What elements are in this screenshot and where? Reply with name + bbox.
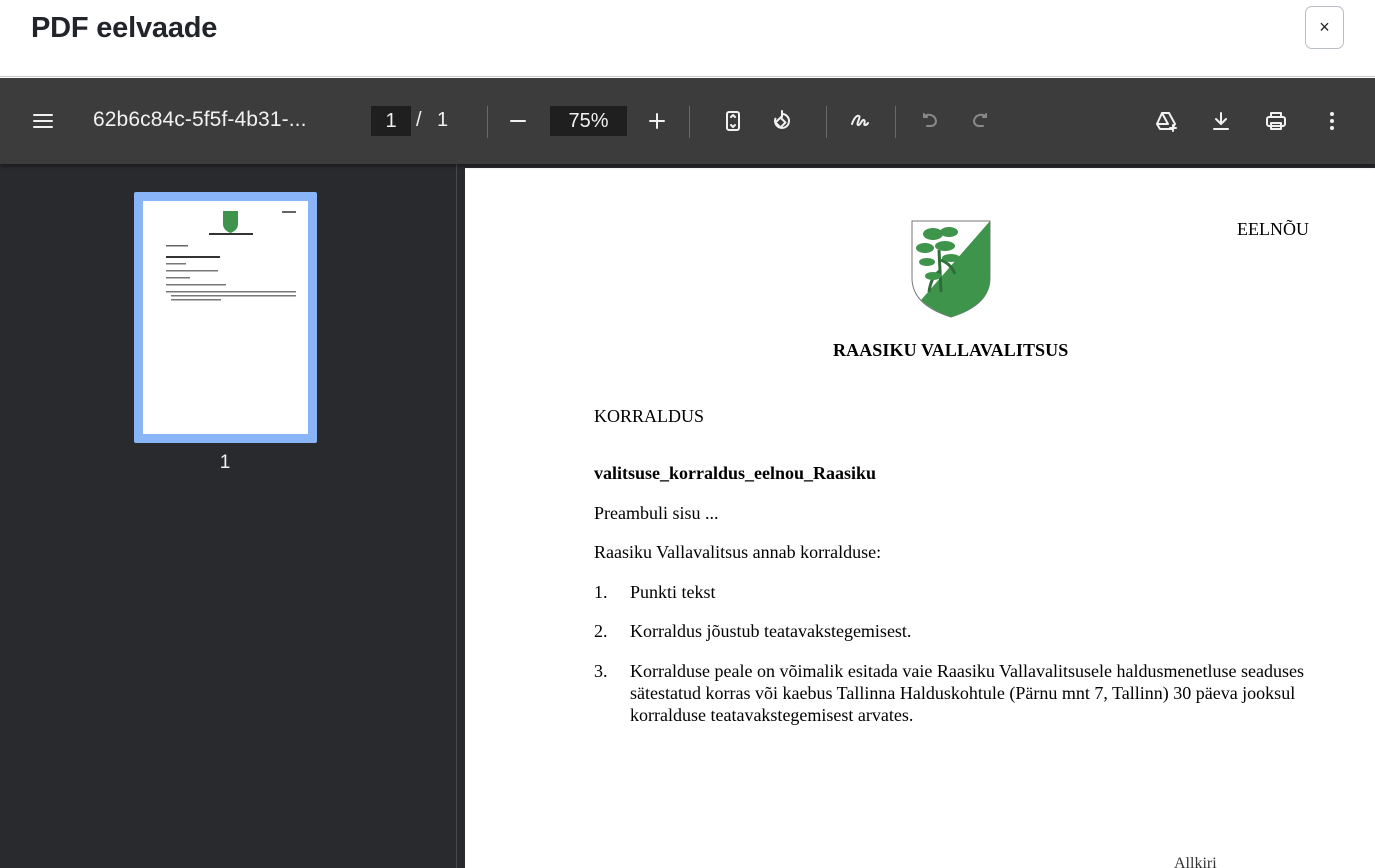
coat-of-arms-logo: [911, 220, 991, 318]
modal-header: PDF eelvaade ×: [0, 0, 1375, 77]
menu-icon[interactable]: [25, 103, 61, 139]
page-separator: /: [416, 109, 422, 131]
thumbnail-sidebar: 1: [0, 164, 457, 868]
document-title: 62b6c84c-5f5f-4b31-...: [93, 108, 307, 131]
download-icon[interactable]: [1203, 103, 1239, 139]
document-type: KORRALDUS: [594, 406, 705, 426]
modal-title: PDF eelvaade: [31, 12, 218, 44]
annotate-icon[interactable]: [842, 103, 878, 139]
signature-label: Allkiri: [1174, 855, 1217, 868]
fit-page-icon[interactable]: [715, 103, 751, 139]
page-number-input[interactable]: 1: [371, 106, 411, 136]
close-button[interactable]: ×: [1305, 6, 1344, 49]
more-icon[interactable]: [1314, 103, 1350, 139]
pdf-viewer: 62b6c84c-5f5f-4b31-... 1 / 1 75% 1 EELNÕ…: [0, 78, 1375, 868]
zoom-out-icon[interactable]: [500, 103, 536, 139]
toolbar-divider: [826, 106, 827, 138]
draft-label: EELNÕU: [1237, 219, 1309, 239]
organization-name: RAASIKU VALLAVALITSUS: [833, 340, 1069, 360]
toolbar-divider: [487, 106, 488, 138]
document-name: valitsuse_korraldus_eelnou_Raasiku: [594, 463, 877, 483]
list-item-number: 2.: [594, 621, 608, 641]
zoom-input[interactable]: 75%: [550, 106, 627, 136]
drive-icon[interactable]: [1148, 103, 1184, 139]
print-icon[interactable]: [1258, 103, 1294, 139]
intro-text: Raasiku Vallavalitsus annab korralduse:: [594, 542, 882, 562]
redo-icon[interactable]: [962, 103, 998, 139]
preamble-text: Preambuli sisu ...: [594, 503, 719, 523]
list-item-text: Korralduse peale on võimalik esitada vai…: [630, 661, 1304, 725]
page-thumbnail[interactable]: [134, 192, 317, 443]
thumbnail-preview: [166, 211, 296, 301]
page-total: 1: [437, 109, 449, 131]
thumbnail-page-number: 1: [219, 452, 231, 473]
zoom-in-icon[interactable]: [639, 103, 675, 139]
toolbar-divider: [689, 106, 690, 138]
list-item-number: 1.: [594, 582, 608, 602]
list-item-number: 3.: [594, 661, 608, 681]
undo-icon[interactable]: [912, 103, 948, 139]
next-page-peek: Allkiri: [1136, 855, 1375, 868]
toolbar-divider: [895, 106, 896, 138]
list-item-text: Punkti tekst: [630, 582, 716, 602]
pdf-toolbar: 62b6c84c-5f5f-4b31-... 1 / 1 75%: [0, 78, 1375, 164]
rotate-icon[interactable]: [764, 103, 800, 139]
list-item-text: Korraldus jõustub teatavakstegemisest.: [630, 621, 912, 641]
pdf-page: EELNÕU RAASIKU VALLAVALITSUS KORRALDUS v…: [465, 168, 1375, 868]
thumbnail-page-image: [143, 201, 308, 434]
